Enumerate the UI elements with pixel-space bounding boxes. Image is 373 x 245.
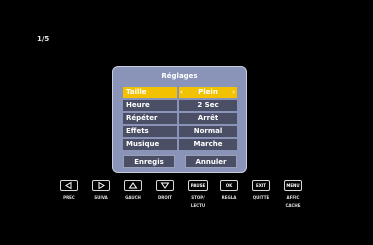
cancel-button[interactable]: Annuler (185, 155, 237, 168)
setting-value: Arrêt (179, 113, 237, 124)
photo-counter: 1/5 (37, 35, 50, 43)
setting-label: Heure (123, 100, 177, 111)
save-button[interactable]: Enregis (123, 155, 175, 168)
ok-key: OK (220, 180, 238, 191)
exit-key: EXIT (252, 180, 270, 191)
menu-key: MENU (284, 180, 302, 191)
setting-value: Marche (179, 139, 237, 150)
key-label-exit: QUITTE (252, 195, 270, 200)
down-arrow-icon (156, 180, 174, 191)
menu-key-text: MENU (286, 183, 300, 188)
key-label-line: STOP/ (191, 195, 205, 200)
key-label-line: LECTU (190, 203, 206, 208)
setting-row-time[interactable]: Heure 2 Sec (123, 100, 237, 111)
key-label-left: GAUCH (125, 195, 141, 200)
left-arrow-icon (60, 180, 78, 191)
settings-dialog: Réglages Taille ‹ Plein › Heure 2 Sec Ré… (112, 66, 247, 173)
setting-label: Répéter (123, 113, 177, 124)
key-label-menu: AFFIC CACHE (278, 194, 308, 210)
exit-key-text: EXIT (255, 183, 267, 188)
key-label-next: SUIVA (94, 195, 108, 200)
chevron-left-icon[interactable]: ‹ (180, 87, 183, 98)
key-label-line: AFFIC (286, 195, 300, 200)
setting-row-music[interactable]: Musique Marche (123, 139, 237, 150)
setting-row-size[interactable]: Taille ‹ Plein › (123, 87, 237, 98)
pause-key: PAUSE (188, 180, 208, 191)
chevron-right-icon[interactable]: › (232, 87, 235, 98)
setting-value[interactable]: ‹ Plein › (179, 87, 237, 98)
setting-row-repeat[interactable]: Répéter Arrêt (123, 113, 237, 124)
setting-label: Musique (123, 139, 177, 150)
key-label-settings: REGLA (221, 195, 237, 200)
dialog-title: Réglages (161, 72, 198, 80)
setting-row-effects[interactable]: Effets Normal (123, 126, 237, 137)
setting-label: Taille (123, 87, 177, 98)
setting-label: Effets (123, 126, 177, 137)
pause-key-text: PAUSE (190, 183, 206, 188)
key-label-line: CACHE (285, 203, 301, 208)
key-label-stop: STOP/ LECTU (183, 194, 213, 210)
setting-value: Normal (179, 126, 237, 137)
key-label-prev: PREC (63, 195, 75, 200)
setting-value: 2 Sec (179, 100, 237, 111)
ok-key-text: OK (225, 183, 233, 188)
right-arrow-icon (92, 180, 110, 191)
up-arrow-icon (124, 180, 142, 191)
key-label-right: DROIT (157, 195, 173, 200)
